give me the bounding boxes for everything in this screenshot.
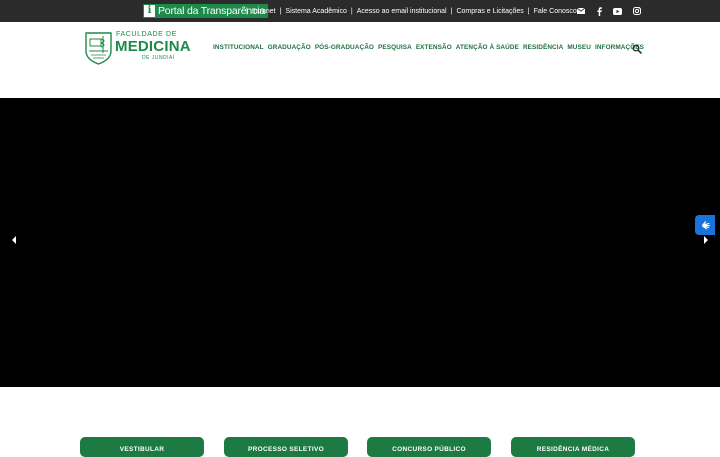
- logo-emblem-icon: [85, 32, 112, 65]
- sign-language-icon: [701, 220, 710, 230]
- hero-carousel: [0, 98, 720, 387]
- separator: |: [350, 7, 353, 15]
- top-bar: i Portal da Transparência | Intranet | S…: [0, 0, 720, 22]
- nav-item-institucional[interactable]: INSTITUCIONAL: [213, 44, 264, 51]
- contact-link[interactable]: Fale Conosco: [534, 8, 577, 15]
- separator: |: [279, 7, 282, 15]
- nav-item-museu[interactable]: MUSEU: [567, 44, 591, 51]
- logo-line-1: FACULDADE DE: [116, 31, 177, 38]
- info-icon: i: [144, 5, 155, 17]
- quick-access-label: VESTIBULAR: [119, 446, 165, 453]
- separator: |: [246, 7, 248, 15]
- quick-access-vestibular[interactable]: VESTIBULAR: [80, 437, 204, 457]
- quick-access-label: PROCESSO SELETIVO: [248, 446, 324, 453]
- separator: |: [450, 7, 453, 15]
- main-navigation: INSTITUCIONAL GRADUAÇÃO PÓS-GRADUAÇÃO PE…: [213, 41, 644, 53]
- nav-item-graduacao[interactable]: GRADUAÇÃO: [268, 44, 311, 51]
- nav-item-residencia[interactable]: RESIDÊNCIA: [523, 44, 563, 51]
- quick-access-processo-seletivo[interactable]: PROCESSO SELETIVO: [224, 437, 348, 457]
- envelope-icon[interactable]: [574, 0, 588, 22]
- logo-line-2: MEDICINA: [115, 38, 191, 55]
- quick-access-label: CONCURSO PÚBLICO: [392, 446, 466, 453]
- accessibility-widget-button[interactable]: [695, 215, 715, 235]
- faculty-logo[interactable]: FACULDADE DE MEDICINA DE JUNDIAÍ: [84, 31, 191, 65]
- top-links: | Intranet | Sistema Acadêmico | Acesso …: [246, 0, 577, 22]
- intranet-link[interactable]: Intranet: [252, 8, 276, 15]
- purchases-link[interactable]: Compras e Licitações: [456, 8, 523, 15]
- arrow-right-icon[interactable]: [702, 235, 710, 245]
- nav-item-pos-graduacao[interactable]: PÓS-GRADUAÇÃO: [315, 44, 374, 51]
- arrow-left-icon[interactable]: [10, 235, 18, 245]
- nav-item-pesquisa[interactable]: PESQUISA: [378, 44, 412, 51]
- quick-access-residencia-medica[interactable]: RESIDÊNCIA MÉDICA: [511, 437, 635, 457]
- nav-item-extensao[interactable]: EXTENSÃO: [416, 44, 452, 51]
- quick-access-concurso-publico[interactable]: CONCURSO PÚBLICO: [367, 437, 491, 457]
- nav-item-atencao-saude[interactable]: ATENÇÃO À SAÚDE: [456, 44, 519, 51]
- logo-line-3: DE JUNDIAÍ: [142, 55, 175, 61]
- facebook-icon[interactable]: [592, 0, 606, 22]
- academic-system-link[interactable]: Sistema Acadêmico: [285, 8, 346, 15]
- institutional-email-link[interactable]: Acesso ao email institucional: [357, 8, 447, 15]
- search-icon[interactable]: [632, 44, 642, 54]
- youtube-icon[interactable]: [610, 0, 624, 22]
- quick-access-label: RESIDÊNCIA MÉDICA: [536, 446, 610, 453]
- separator: |: [527, 7, 530, 15]
- instagram-icon[interactable]: [630, 0, 644, 22]
